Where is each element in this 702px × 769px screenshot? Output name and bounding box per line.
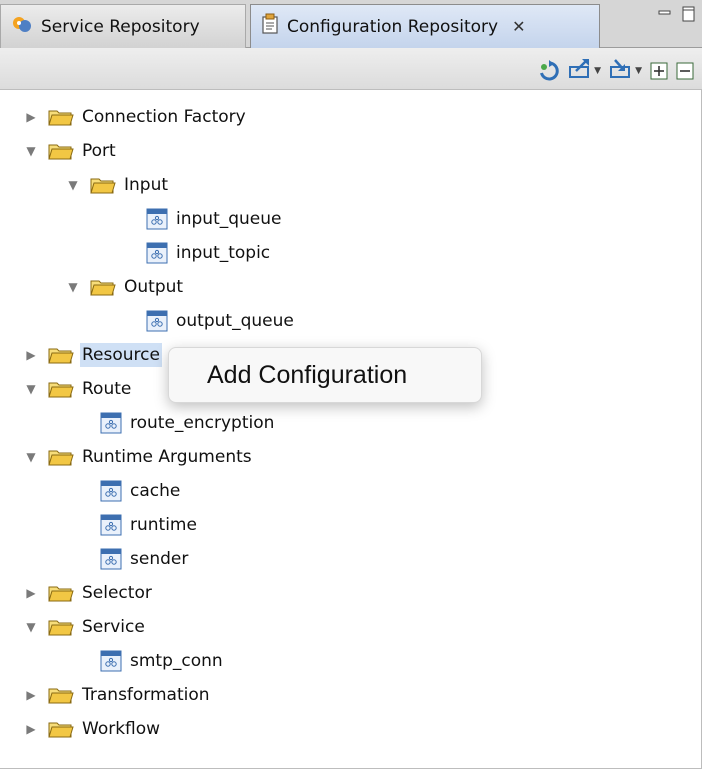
folder-icon [48,141,74,161]
expand-arrow-icon[interactable]: ▶ [24,688,38,702]
context-menu: Add Configuration [168,347,482,403]
tree-item-route-encryption[interactable]: route_encryption [100,406,276,440]
tree-item-label: Route [82,379,132,399]
tree-item-label: Service [82,617,145,637]
expand-arrow-icon[interactable]: ▶ [24,722,38,736]
collapse-arrow-icon[interactable]: ▼ [66,178,80,192]
tree-item-label: Port [82,141,116,161]
tree-item-label: smtp_conn [130,651,223,671]
tree-item-label: Runtime Arguments [82,447,252,467]
tree-item-label: Selector [82,583,152,603]
configuration-file-icon [100,650,122,672]
tree-item-cache[interactable]: cache [100,474,182,508]
collapse-all-icon[interactable] [676,62,694,80]
folder-icon [48,107,74,127]
close-tab-icon[interactable]: ✕ [512,17,525,36]
export-dropdown-icon[interactable]: ▼ [594,66,601,76]
tree-item-resource[interactable]: ▶ Resource [24,338,162,372]
folder-icon [48,345,74,365]
tree-item-label: input_topic [176,243,271,263]
folder-icon [48,583,74,603]
import-button[interactable]: ▼ [609,57,642,84]
tree-item-connection-factory[interactable]: ▶ Connection Factory [24,100,248,134]
folder-icon [90,277,116,297]
configuration-file-icon [100,548,122,570]
tree-item-label: cache [130,481,181,501]
view-toolbar: ▼ ▼ [0,48,702,90]
folder-icon [48,685,74,705]
configuration-file-icon [146,208,168,230]
folder-icon [48,719,74,739]
collapse-arrow-icon[interactable]: ▼ [24,382,38,396]
service-repository-icon [11,14,33,39]
export-icon [568,57,592,84]
tree-item-label: Input [124,175,169,195]
tree-item-input-queue[interactable]: input_queue [146,202,284,236]
add-configuration-menu-item[interactable]: Add Configuration [207,361,407,390]
tree-item-workflow[interactable]: ▶ Workflow [24,712,162,746]
folder-icon [90,175,116,195]
tree-item-transformation[interactable]: ▶ Transformation [24,678,212,712]
tree-item-label: output_queue [176,311,294,331]
tree-item-label: input_queue [176,209,282,229]
tab-label: Configuration Repository [287,16,499,37]
tree-item-smtp-conn[interactable]: smtp_conn [100,644,225,678]
expand-arrow-icon[interactable]: ▶ [24,586,38,600]
folder-icon [48,447,74,467]
tree-item-runtime-arguments[interactable]: ▼ Runtime Arguments [24,440,254,474]
configuration-file-icon [146,310,168,332]
folder-icon [48,617,74,637]
tree-item-label: runtime [130,515,197,535]
tree-item-sender[interactable]: sender [100,542,190,576]
tree-item-label: Transformation [82,685,210,705]
maximize-icon[interactable] [682,6,696,27]
expand-arrow-icon[interactable]: ▶ [24,110,38,124]
configuration-file-icon [146,242,168,264]
import-dropdown-icon[interactable]: ▼ [635,66,642,76]
tree-item-label: sender [130,549,189,569]
tree-item-label: route_encryption [130,413,275,433]
tree-item-input-topic[interactable]: input_topic [146,236,272,270]
import-icon [609,57,633,84]
collapse-arrow-icon[interactable]: ▼ [24,144,38,158]
expand-all-icon[interactable] [650,62,668,80]
tree-item-label: Output [124,277,184,297]
tree-item-label: Connection Factory [82,107,246,127]
tree-item-port[interactable]: ▼ Port [24,134,118,168]
configuration-file-icon [100,514,122,536]
tree-item-output[interactable]: ▼ Output [66,270,185,304]
tree-item-label: Workflow [82,719,161,739]
minimize-icon[interactable] [658,7,672,27]
configuration-repository-icon [261,13,279,40]
collapse-arrow-icon[interactable]: ▼ [66,280,80,294]
configuration-file-icon [100,412,122,434]
tree-item-input[interactable]: ▼ Input [66,168,170,202]
tab-bar: Service Repository Configuration Reposit… [0,0,702,48]
expand-arrow-icon[interactable]: ▶ [24,348,38,362]
tree-item-route[interactable]: ▼ Route [24,372,133,406]
tree-item-selector[interactable]: ▶ Selector [24,576,154,610]
configuration-repository-view: Service Repository Configuration Reposit… [0,0,702,769]
tree-item-label: Resource [80,343,162,367]
collapse-arrow-icon[interactable]: ▼ [24,620,38,634]
tab-label: Service Repository [41,16,200,37]
folder-icon [48,379,74,399]
configuration-file-icon [100,480,122,502]
tab-configuration-repository[interactable]: Configuration Repository ✕ [250,4,600,48]
tree-item-runtime[interactable]: runtime [100,508,199,542]
export-button[interactable]: ▼ [568,57,601,84]
tab-service-repository[interactable]: Service Repository [0,4,246,48]
view-window-buttons [658,6,696,27]
configuration-tree: ▶ Connection Factory ▼ Port ▼ Input inpu… [0,90,702,769]
refresh-icon[interactable] [538,59,560,82]
tree-item-service[interactable]: ▼ Service [24,610,147,644]
tree-item-output-queue[interactable]: output_queue [146,304,296,338]
collapse-arrow-icon[interactable]: ▼ [24,450,38,464]
